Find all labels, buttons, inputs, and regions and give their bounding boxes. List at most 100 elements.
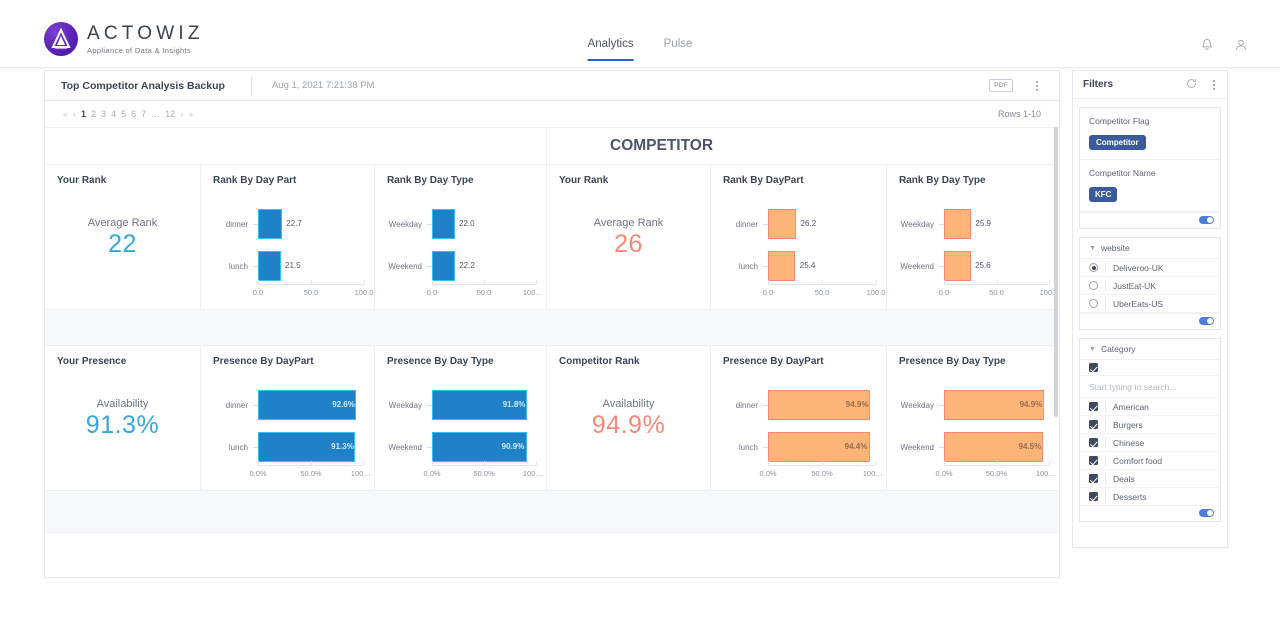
board-scrollbar[interactable] <box>1054 127 1058 417</box>
bar-value-label: 22.0 <box>459 219 475 228</box>
bell-icon[interactable] <box>1200 38 1214 57</box>
main-nav: Analytics Pulse <box>587 38 693 61</box>
tab-pulse[interactable]: Pulse <box>664 38 693 61</box>
filters-menu-button[interactable] <box>1213 78 1215 92</box>
page-2[interactable]: 2 <box>91 109 96 119</box>
bar[interactable] <box>768 209 797 239</box>
bar-value-label: 25.9 <box>975 219 991 228</box>
option-label: Comfort food <box>1113 455 1163 466</box>
bar-category-label: dinner <box>225 400 248 410</box>
refresh-icon[interactable] <box>1186 78 1197 92</box>
category-select-all-row[interactable] <box>1080 360 1220 376</box>
card-presence-by-daytype: Presence By Day Type Weekday 91.8% Weeke… <box>375 346 547 490</box>
axis-tick-label: 50.0% <box>985 469 1008 478</box>
card-title: Your Presence <box>57 356 127 367</box>
bar[interactable] <box>944 209 972 239</box>
competitor-name-chip[interactable]: KFC <box>1089 187 1118 202</box>
checkbox-icon[interactable] <box>1089 438 1098 447</box>
radio-icon[interactable] <box>1089 299 1098 308</box>
x-axis <box>768 280 877 285</box>
category-option-comfort-food[interactable]: Comfort food <box>1080 452 1220 470</box>
page-12[interactable]: 12 <box>165 109 175 119</box>
bar-row: lunch 21.5 <box>201 247 364 285</box>
category-filter-toggle[interactable] <box>1199 509 1214 517</box>
radio-icon[interactable] <box>1089 281 1098 290</box>
website-option-ubereats[interactable]: UberEats-US <box>1080 295 1220 313</box>
board-menu-button[interactable] <box>1036 79 1039 93</box>
card-title: Competitor Rank <box>559 356 640 367</box>
page-7[interactable]: 7 <box>141 109 146 119</box>
bar-row: Weekday 25.9 <box>887 205 1049 243</box>
competitor-filter-toggle[interactable] <box>1199 216 1214 224</box>
page-1[interactable]: 1 <box>81 109 86 119</box>
page-prev-button[interactable]: ‹ <box>73 109 76 119</box>
category-option-chinese[interactable]: Chinese <box>1080 434 1220 452</box>
checkbox-icon[interactable] <box>1089 456 1098 465</box>
bar[interactable] <box>944 251 971 281</box>
radio-icon[interactable] <box>1089 263 1098 272</box>
brand-name: ACTOWIZ <box>87 22 204 44</box>
bar[interactable] <box>432 251 456 281</box>
page-5[interactable]: 5 <box>121 109 126 119</box>
board-timestamp: Aug 1, 2021 7:21:38 PM <box>271 80 375 91</box>
export-pdf-button[interactable]: PDF <box>989 79 1013 92</box>
bar-row: lunch 91.3% <box>201 428 364 466</box>
bar-category-label: Weekday <box>900 400 934 410</box>
website-filter-toggle[interactable] <box>1199 317 1214 325</box>
category-option-desserts[interactable]: Desserts <box>1080 488 1220 505</box>
website-section-header[interactable]: ▼ website <box>1080 238 1220 259</box>
option-label: JustEat-UK <box>1113 280 1156 291</box>
checkbox-icon[interactable] <box>1089 474 1098 483</box>
chevron-down-icon: ▼ <box>1089 244 1096 252</box>
page-3[interactable]: 3 <box>101 109 106 119</box>
actowiz-logo-icon <box>44 22 78 56</box>
checkbox-icon[interactable] <box>1089 363 1098 372</box>
axis-tick-label: 50.0% <box>473 469 495 478</box>
page-6[interactable]: 6 <box>131 109 136 119</box>
bar[interactable] <box>432 209 455 239</box>
bar[interactable] <box>258 251 281 281</box>
bar[interactable] <box>768 251 796 281</box>
chart-presence-by-daypart: dinner 92.6% lunch 91.3% 0.0% 50.0% 100… <box>201 382 374 484</box>
website-option-deliveroo[interactable]: Deliveroo-UK <box>1080 259 1220 277</box>
bar-row: Weekend 94.5% <box>887 428 1049 466</box>
category-option-american[interactable]: American <box>1080 398 1220 416</box>
page-next-button[interactable]: › <box>180 109 183 119</box>
bar-row: Weekend 22.2 <box>375 247 536 285</box>
card-rank-by-day-part: Rank By Day Part dinner 22.7 lunch 21.5 <box>201 165 375 309</box>
kpi-value: 94.9% <box>591 411 666 439</box>
card-competitor-your-rank: Your Rank Average Rank 26 <box>547 165 711 309</box>
bar[interactable] <box>258 209 283 239</box>
bar-row: dinner 92.6% <box>201 386 364 424</box>
tab-analytics[interactable]: Analytics <box>587 38 634 61</box>
page-first-button[interactable]: « <box>63 109 68 119</box>
x-axis <box>432 280 537 285</box>
category-search-input[interactable]: Start typing to search... <box>1080 376 1220 398</box>
kpi-your-rank: Average Rank 22 <box>45 217 200 259</box>
option-divider <box>1105 401 1106 412</box>
page-last-button[interactable]: » <box>188 109 193 119</box>
checkbox-icon[interactable] <box>1089 420 1098 429</box>
competitor-flag-label: Competitor Flag <box>1089 116 1150 126</box>
x-axis <box>944 461 1050 466</box>
website-option-justeat[interactable]: JustEat-UK <box>1080 277 1220 295</box>
category-option-burgers[interactable]: Burgers <box>1080 416 1220 434</box>
page-4[interactable]: 4 <box>111 109 116 119</box>
category-section-header[interactable]: ▼ Category <box>1080 339 1220 360</box>
category-option-deals[interactable]: Deals <box>1080 470 1220 488</box>
competitor-name-label: Competitor Name <box>1089 168 1156 178</box>
x-axis <box>768 461 877 466</box>
checkbox-icon[interactable] <box>1089 492 1098 501</box>
brand-logo[interactable]: ACTOWIZ Appliance of Data & Insights <box>44 22 204 56</box>
option-divider <box>1105 455 1106 466</box>
axis-tick-label: 100… <box>350 469 371 478</box>
checkbox-icon[interactable] <box>1089 402 1098 411</box>
axis-tick-label: 50.0 <box>814 288 830 297</box>
competitor-flag-chip[interactable]: Competitor <box>1089 135 1146 150</box>
chevron-down-icon: ▼ <box>1089 345 1096 353</box>
user-icon[interactable] <box>1234 38 1248 57</box>
axis-tick-label: 0.0 <box>426 288 438 297</box>
axis-tick-label: 50.0% <box>300 469 322 478</box>
bar-value-label: 25.4 <box>799 261 816 270</box>
x-axis <box>432 461 537 466</box>
